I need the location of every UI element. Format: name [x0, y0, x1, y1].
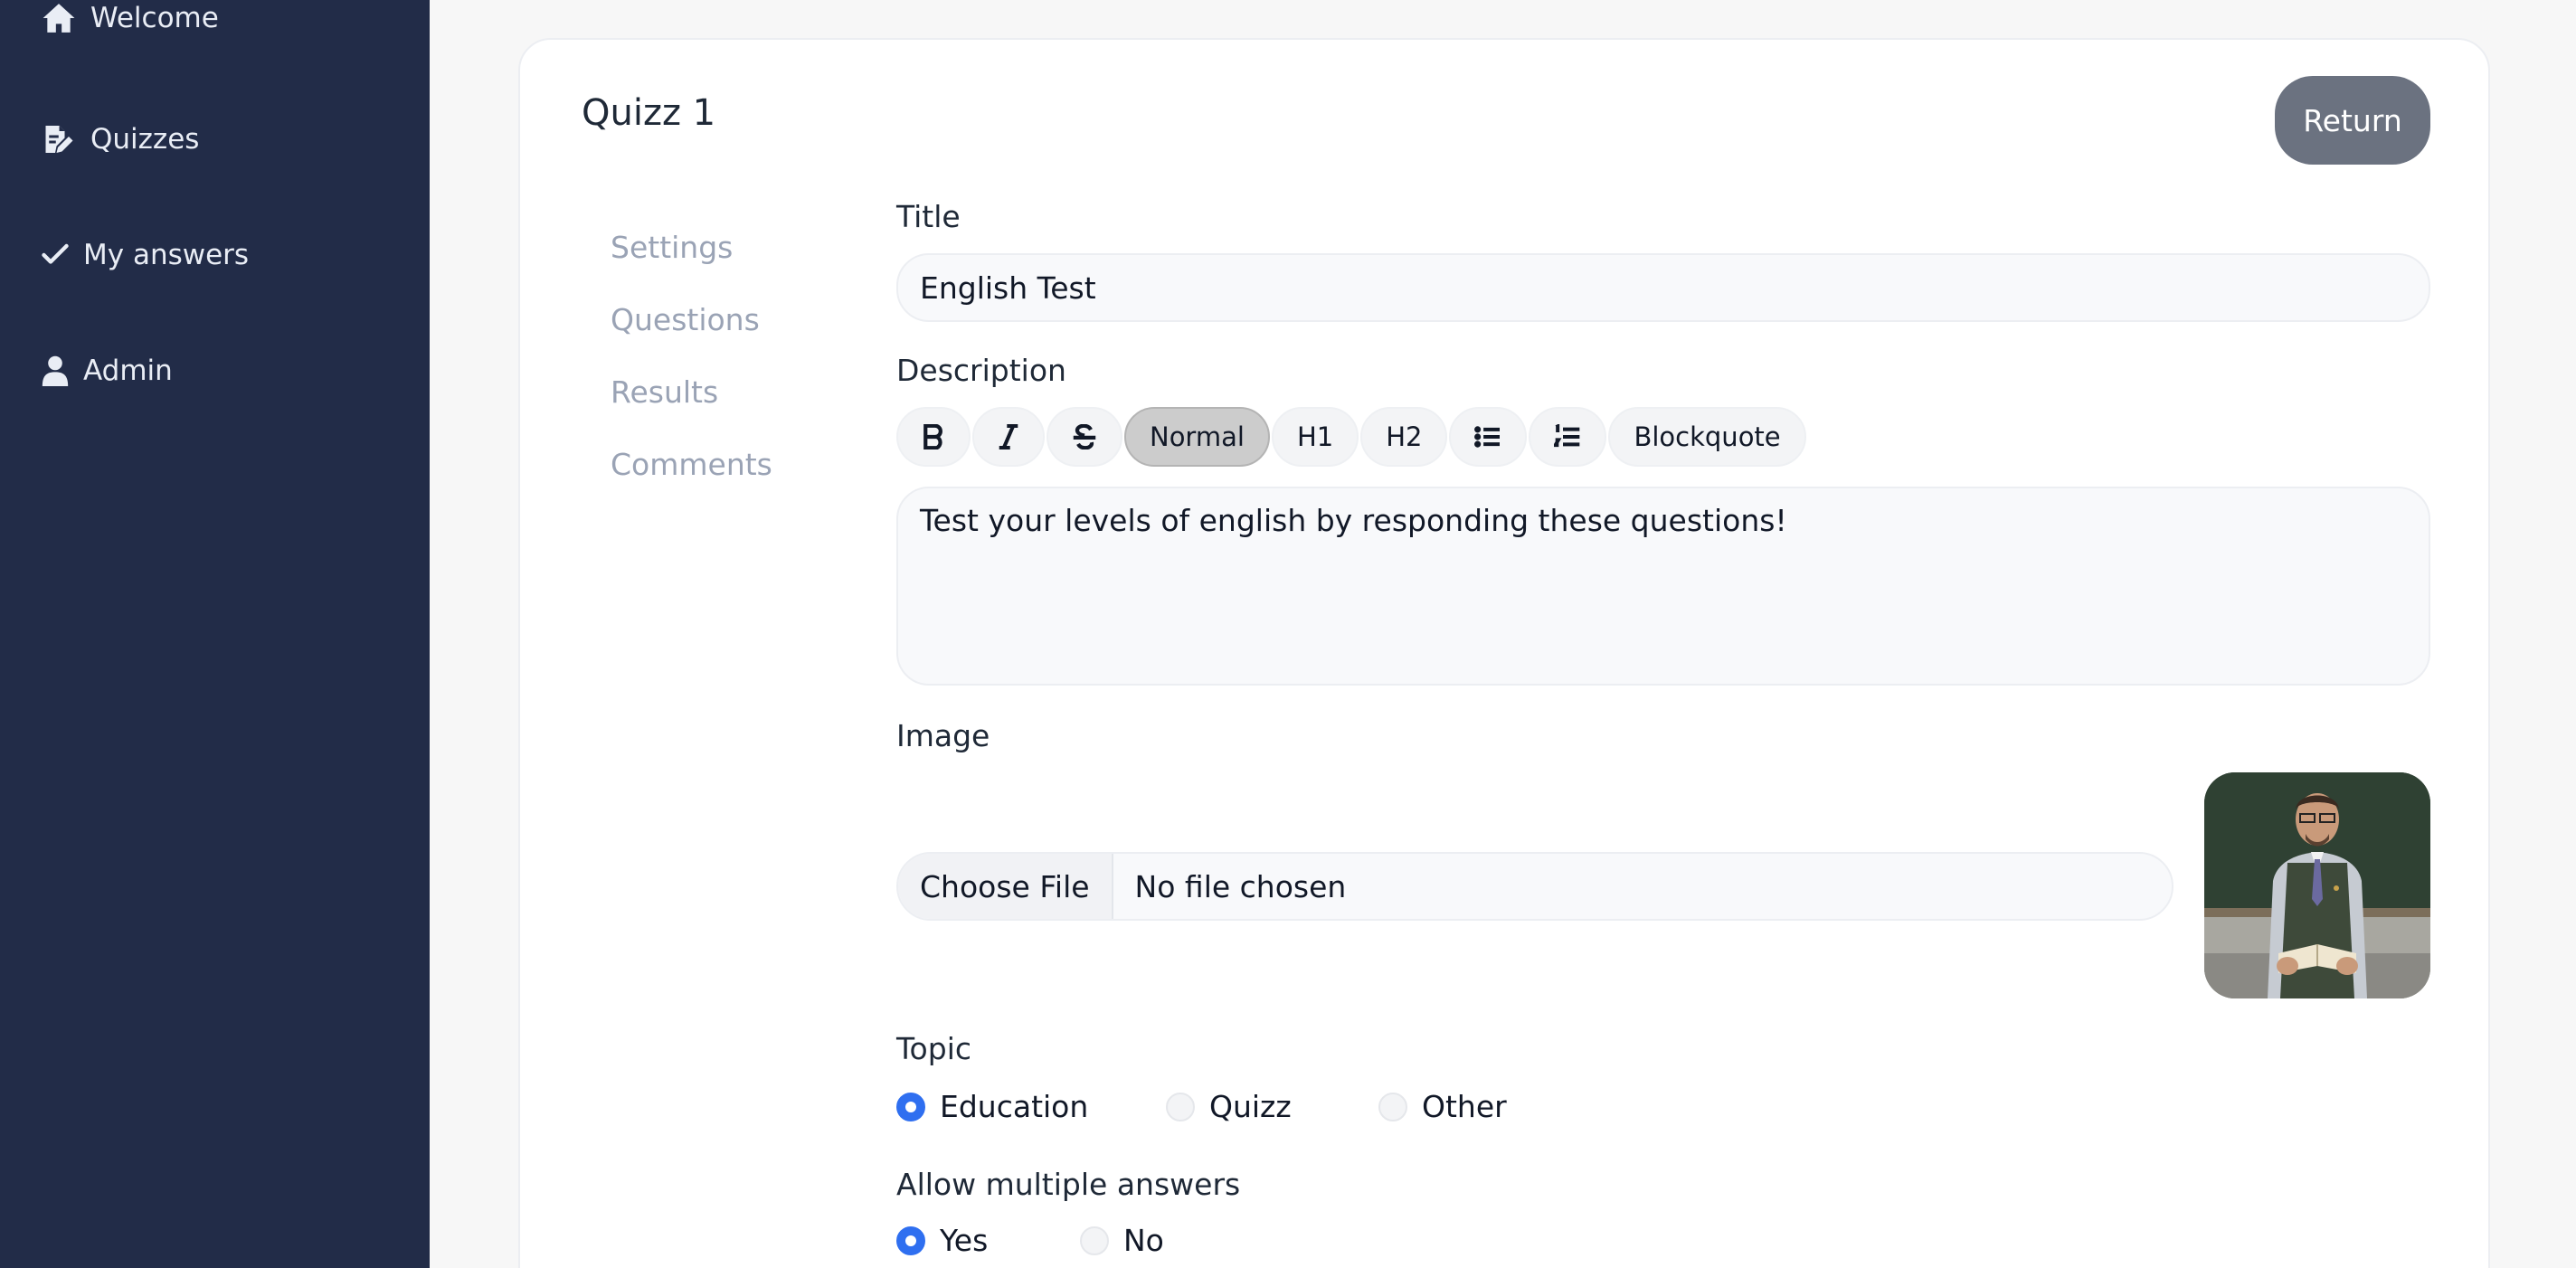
ordered-list-button[interactable]: [1529, 407, 1607, 467]
file-status-text: No file chosen: [1134, 868, 1347, 904]
subnav-item-comments[interactable]: Comments: [611, 429, 772, 501]
sidebar-item-label: Welcome: [90, 2, 219, 34]
description-text: Test your levels of english by respondin…: [920, 503, 1787, 538]
sidebar-item-my-answers[interactable]: My answers: [42, 237, 249, 273]
page-title: Quizz 1: [582, 92, 716, 134]
description-editor[interactable]: Test your levels of english by respondin…: [896, 487, 2430, 686]
subnav-item-settings[interactable]: Settings: [611, 212, 772, 284]
radio-label: No: [1123, 1223, 1164, 1258]
title-input[interactable]: [896, 253, 2430, 322]
subnav-item-questions[interactable]: Questions: [611, 284, 772, 356]
sidebar-item-quizzes[interactable]: Quizzes: [42, 121, 199, 157]
multiple-option-yes[interactable]: Yes: [896, 1223, 1080, 1258]
image-file-input[interactable]: Choose File No file chosen: [896, 852, 2174, 921]
h1-button[interactable]: H1: [1271, 407, 1359, 467]
italic-button[interactable]: [972, 407, 1045, 467]
title-label: Title: [896, 199, 961, 234]
radio-circle[interactable]: [896, 1225, 925, 1255]
topic-option-education[interactable]: Education: [896, 1089, 1166, 1124]
quiz-subnav: Settings Questions Results Comments: [611, 212, 772, 501]
radio-circle[interactable]: [1166, 1092, 1195, 1121]
return-button[interactable]: Return: [2275, 76, 2430, 165]
sidebar-item-label: Quizzes: [90, 123, 200, 156]
home-icon: [42, 0, 78, 36]
topic-radio-group: Education Quizz Other: [896, 1089, 1507, 1124]
radio-circle[interactable]: [1080, 1225, 1109, 1255]
sidebar: Welcome Quizzes My answers Admin: [0, 0, 430, 1268]
radio-circle[interactable]: [1378, 1092, 1407, 1121]
radio-label: Quizz: [1209, 1089, 1292, 1124]
strikethrough-button[interactable]: [1046, 407, 1122, 467]
user-icon: [42, 353, 71, 389]
radio-label: Other: [1422, 1089, 1507, 1124]
italic-icon: [999, 424, 1018, 449]
bullet-list-icon: [1474, 426, 1501, 448]
multiple-answers-label: Allow multiple answers: [896, 1167, 1241, 1202]
edit-document-icon: [42, 121, 78, 157]
radio-label: Education: [940, 1089, 1089, 1124]
quiz-image-thumbnail: [2204, 772, 2430, 998]
description-label: Description: [896, 353, 1066, 388]
check-icon: [42, 237, 71, 273]
topic-option-quizz[interactable]: Quizz: [1166, 1089, 1378, 1124]
radio-circle[interactable]: [896, 1092, 925, 1121]
radio-label: Yes: [940, 1223, 989, 1258]
bullet-list-button[interactable]: [1449, 407, 1528, 467]
subnav-item-results[interactable]: Results: [611, 356, 772, 429]
sidebar-item-welcome[interactable]: Welcome: [42, 0, 219, 36]
sidebar-item-admin[interactable]: Admin: [42, 353, 173, 389]
topic-label: Topic: [896, 1031, 971, 1066]
ordered-list-icon: [1554, 424, 1580, 448]
image-label: Image: [896, 718, 990, 753]
multiple-option-no[interactable]: No: [1080, 1223, 1164, 1258]
strikethrough-icon: [1073, 424, 1096, 449]
multiple-answers-radio-group: Yes No: [896, 1223, 1164, 1258]
topic-option-other[interactable]: Other: [1378, 1089, 1507, 1124]
bold-button[interactable]: [896, 407, 971, 467]
normal-style-button[interactable]: Normal: [1124, 407, 1270, 467]
choose-file-button[interactable]: Choose File: [898, 854, 1113, 919]
quiz-editor-card: Quizz 1 Return Settings Questions Result…: [518, 38, 2490, 1268]
h2-button[interactable]: H2: [1360, 407, 1448, 467]
editor-toolbar: Normal H1 H2 Blockquote: [896, 407, 1806, 467]
sidebar-item-label: My answers: [83, 239, 250, 271]
blockquote-button[interactable]: Blockquote: [1608, 407, 1806, 467]
sidebar-item-label: Admin: [83, 355, 173, 387]
bold-icon: [923, 424, 942, 449]
